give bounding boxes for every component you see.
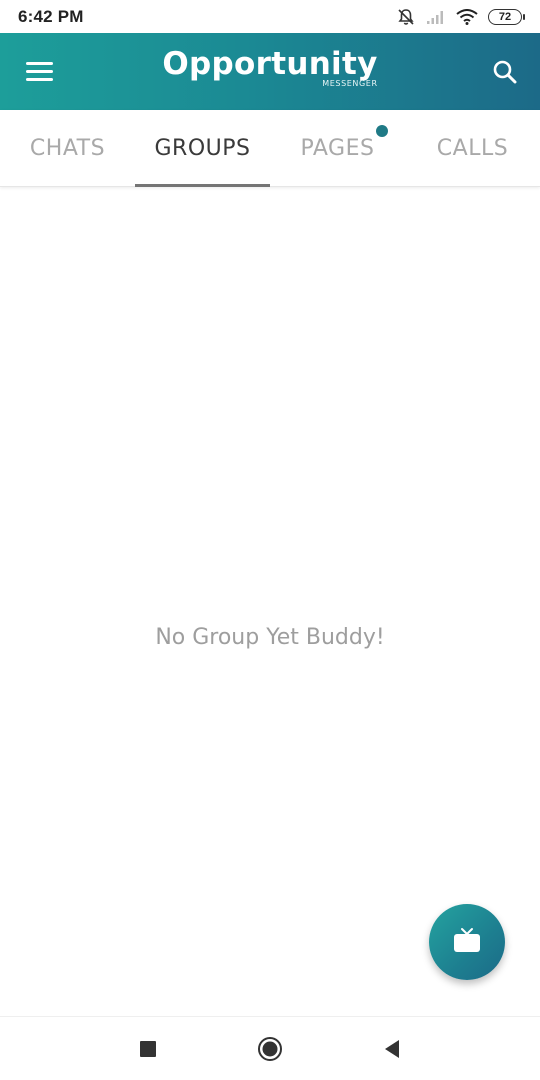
tab-label: PAGES (300, 135, 375, 161)
tab-label: GROUPS (154, 135, 251, 161)
back-triangle-icon[interactable] (377, 1034, 407, 1064)
battery-level: 72 (498, 10, 512, 23)
tab-calls[interactable]: CALLS (405, 110, 540, 186)
app-title: Opportunity (162, 46, 378, 82)
signal-icon (426, 9, 446, 25)
app-logo: Opportunity MESSENGER (162, 47, 377, 88)
tab-label: CHATS (29, 135, 106, 161)
bell-off-icon (396, 7, 416, 27)
groups-content: No Group Yet Buddy! (0, 188, 540, 1016)
status-time: 6:42 PM (18, 6, 84, 26)
menu-icon[interactable] (26, 57, 56, 87)
fab-button[interactable] (429, 904, 505, 980)
app-bar: Opportunity MESSENGER (0, 33, 540, 110)
home-circle-icon[interactable] (255, 1034, 285, 1064)
status-bar: 6:42 PM 72 (0, 0, 540, 33)
status-icons: 72 (396, 7, 525, 27)
tab-bar: CHATS GROUPS PAGES CALLS (0, 110, 540, 187)
tab-label: CALLS (436, 135, 509, 161)
square-nav-icon[interactable] (133, 1034, 163, 1064)
screen: 6:42 PM 72 Opportunity MESSENGER CHATS G… (0, 0, 540, 1080)
tv-icon (452, 926, 482, 959)
search-icon[interactable] (490, 57, 520, 87)
notification-dot (376, 124, 389, 137)
system-nav-bar (0, 1016, 540, 1080)
tab-groups[interactable]: GROUPS (135, 110, 270, 187)
empty-state-message: No Group Yet Buddy! (155, 625, 385, 650)
battery-icon: 72 (488, 8, 525, 25)
tab-pages[interactable]: PAGES (270, 110, 405, 186)
tab-chats[interactable]: CHATS (0, 110, 135, 186)
tab-pages-wrap: PAGES (300, 124, 389, 161)
wifi-icon (456, 8, 478, 25)
